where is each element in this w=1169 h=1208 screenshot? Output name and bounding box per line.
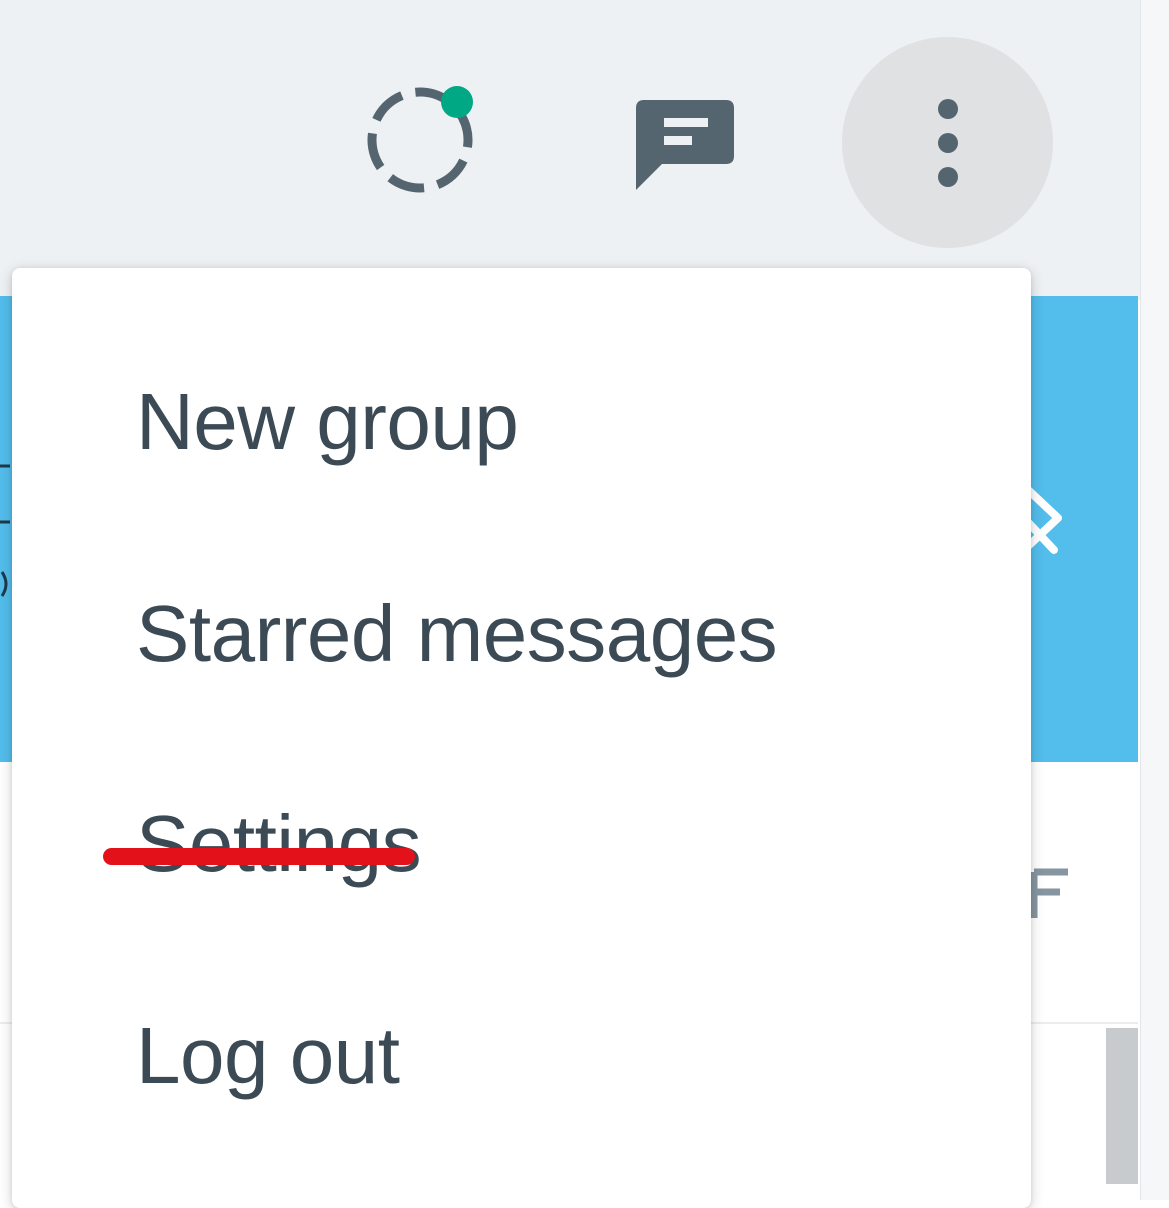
menu-item-log-out[interactable]: Log out: [12, 966, 1031, 1146]
banner-icon-edge: [0, 460, 12, 610]
more-vertical-icon: [937, 98, 958, 187]
menu-item-label: Settings: [136, 799, 422, 888]
status-icon: [367, 86, 473, 193]
highlight-underline: [103, 848, 415, 865]
status-button[interactable]: [355, 80, 485, 200]
filter-icon[interactable]: [1030, 866, 1072, 922]
dropdown-menu: New group Starred messages Settings Log …: [12, 268, 1031, 1208]
new-chat-button[interactable]: [622, 80, 748, 200]
menu-item-settings[interactable]: Settings: [12, 754, 1031, 934]
right-edge-panel: [1140, 0, 1169, 1200]
menu-button[interactable]: [842, 37, 1053, 248]
menu-item-starred-messages[interactable]: Starred messages: [12, 544, 1031, 724]
chat-icon: [636, 100, 734, 190]
menu-item-label: Starred messages: [136, 589, 778, 678]
menu-item-label: New group: [136, 377, 519, 466]
scrollbar-thumb[interactable]: [1106, 1028, 1138, 1184]
menu-item-new-group[interactable]: New group: [12, 332, 1031, 512]
menu-item-label: Log out: [136, 1011, 400, 1100]
